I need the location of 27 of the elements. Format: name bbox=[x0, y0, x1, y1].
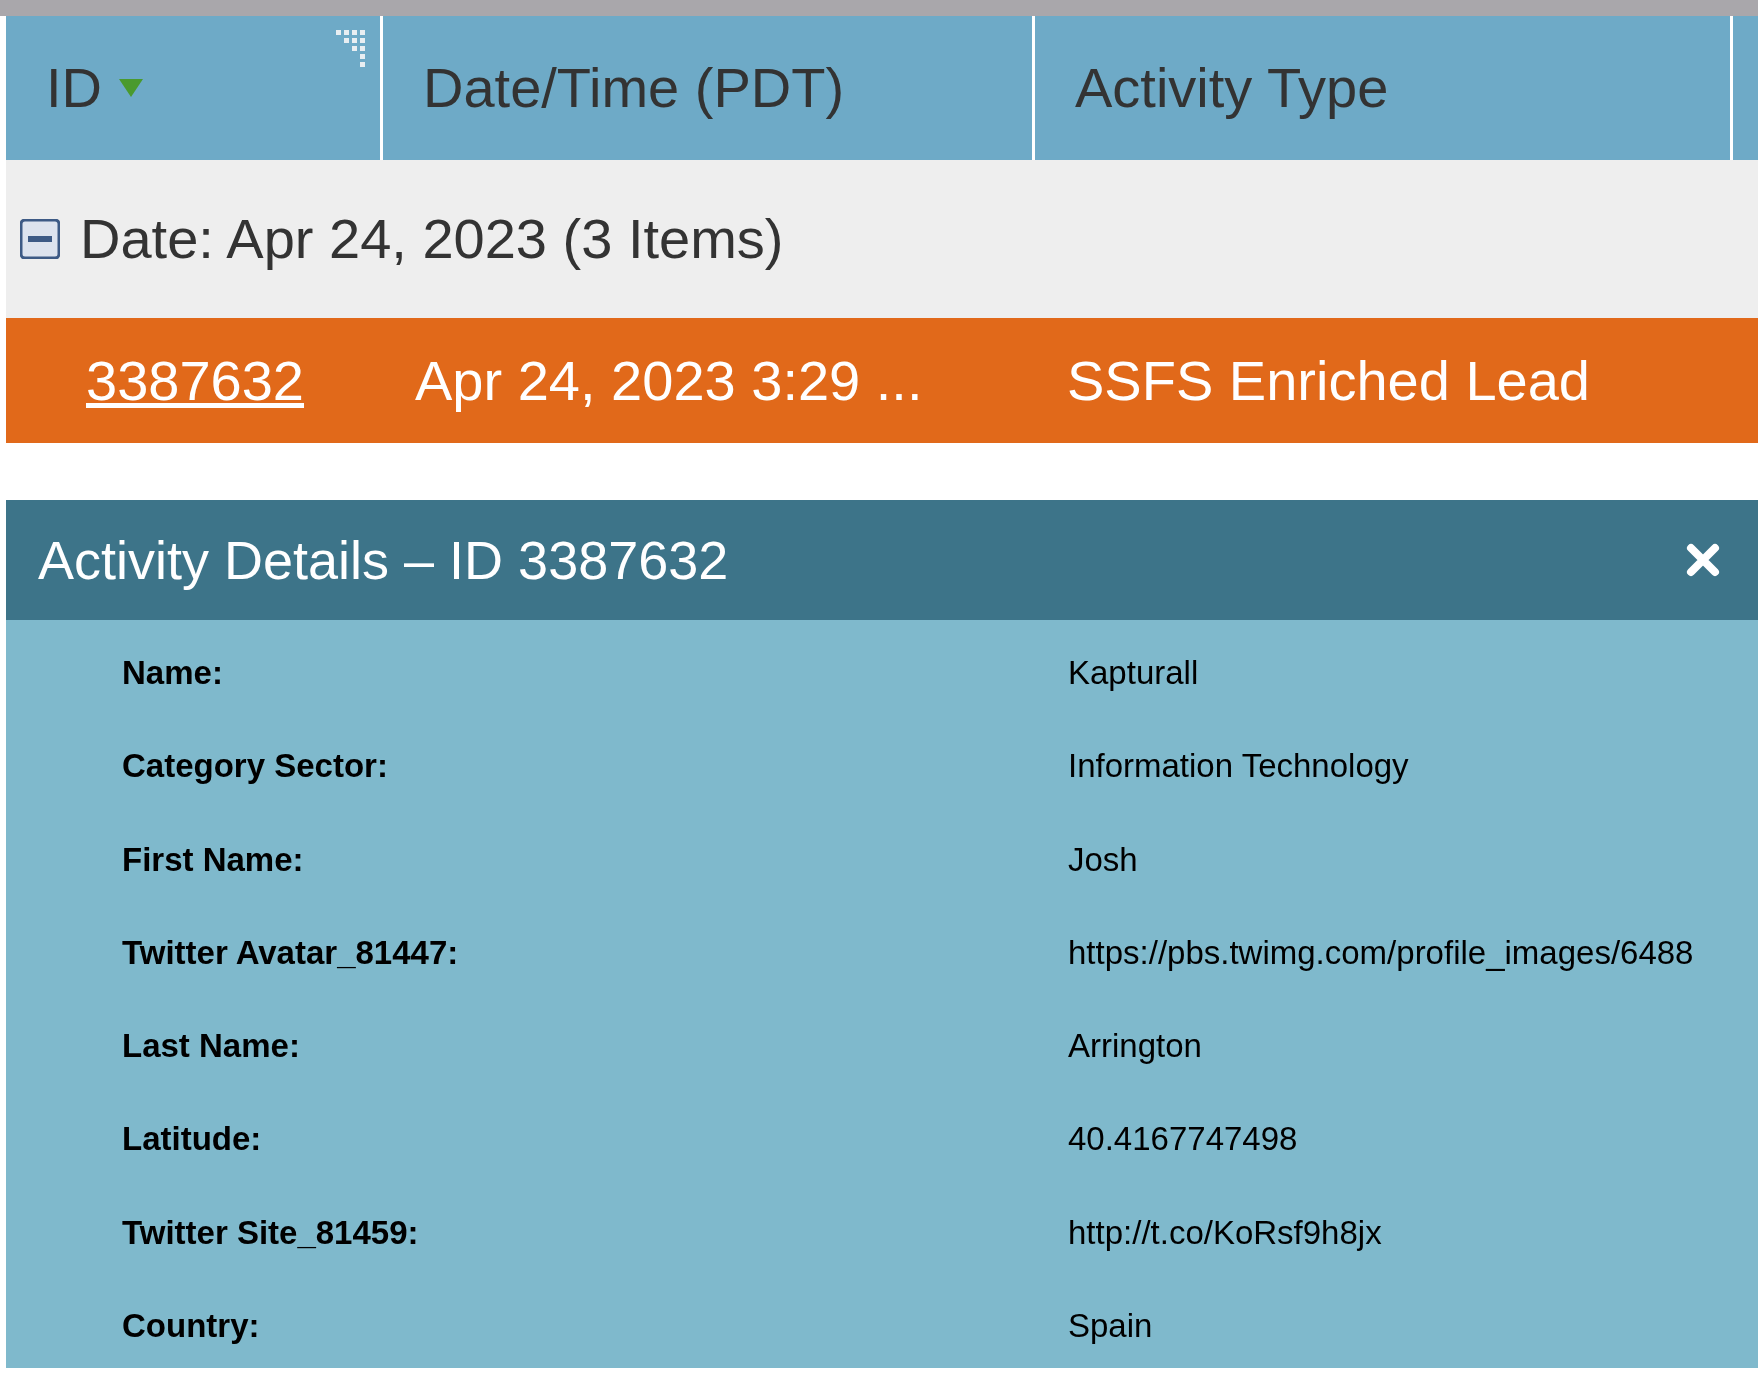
field-value: http://t.co/KoRsf9h8jx bbox=[1068, 1212, 1382, 1253]
table-row[interactable]: 3387632 Apr 24, 2023 3:29 ... SSFS Enriched Lead bbox=[6, 318, 1758, 443]
field-value: Information Technology bbox=[1068, 746, 1409, 787]
field-label: First Name: bbox=[121, 839, 305, 880]
column-header[interactable]: Date/Time (PDT) bbox=[383, 16, 1035, 160]
field-value: 40.4167747498 bbox=[1068, 1119, 1298, 1160]
field-label: Last Name: bbox=[121, 1026, 301, 1067]
table-cell: SSFS Enriched Lead bbox=[1067, 348, 1590, 412]
group-label: Date: Apr 24, 2023 (3 Items) bbox=[80, 206, 784, 272]
field-value: Arrington bbox=[1068, 1026, 1202, 1067]
field-label: Twitter Avatar_81447: bbox=[121, 932, 460, 973]
field-label: Name: bbox=[121, 653, 224, 693]
field-label: Country: bbox=[121, 1306, 261, 1347]
column-header[interactable]: Activity Type bbox=[1035, 16, 1733, 160]
column-header[interactable]: ID bbox=[6, 16, 383, 160]
field-label: Latitude: bbox=[121, 1119, 263, 1160]
details-title: Activity Details – ID 3387632 bbox=[38, 528, 729, 592]
field-value: Josh bbox=[1068, 839, 1138, 880]
table-cell: Apr 24, 2023 3:29 ... bbox=[415, 348, 923, 412]
field-label: Category Sector: bbox=[121, 746, 389, 787]
field-label: Twitter Site_81459: bbox=[121, 1212, 420, 1253]
field-value: https://pbs.twimg.com/profile_images/6488 bbox=[1068, 932, 1694, 973]
field-value: Kapturall bbox=[1068, 653, 1199, 693]
field-value: Spain bbox=[1068, 1306, 1153, 1347]
collapse-icon[interactable] bbox=[20, 219, 60, 259]
close-icon[interactable] bbox=[1686, 543, 1720, 577]
activity-id-link[interactable]: 3387632 bbox=[86, 348, 304, 412]
